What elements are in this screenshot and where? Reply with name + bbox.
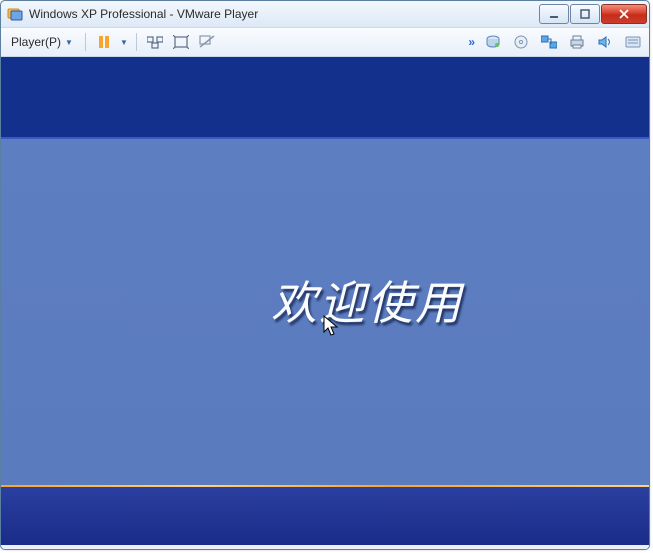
close-button[interactable] [601,4,647,24]
cd-dvd-icon[interactable] [511,32,531,52]
window-controls [538,4,647,24]
window-title: Windows XP Professional - VMware Player [29,7,538,21]
toolbar: Player(P) ▼ ▼ [1,28,649,57]
fullscreen-button[interactable] [171,32,191,52]
welcome-text: 欢迎使用 [271,267,463,333]
send-ctrl-alt-del-button[interactable] [145,32,165,52]
unity-mode-button[interactable] [197,32,217,52]
app-window: Windows XP Professional - VMware Player … [0,0,650,550]
pause-button[interactable] [94,32,114,52]
toolbar-separator [85,33,86,51]
mouse-cursor-icon [323,315,341,342]
device-status-bar: » [468,32,643,52]
xp-header-band [1,57,649,139]
dropdown-icon: ▼ [65,38,73,47]
toolbar-separator [136,33,137,51]
vmware-app-icon [7,6,23,22]
player-menu-label: Player(P) [11,35,61,49]
minimize-button[interactable] [539,4,569,24]
hard-disk-icon[interactable] [483,32,503,52]
maximize-button[interactable] [570,4,600,24]
title-bar: Windows XP Professional - VMware Player [1,1,649,28]
window-footer [1,545,649,549]
sound-card-icon[interactable] [595,32,615,52]
network-adapter-icon[interactable] [539,32,559,52]
player-menu-button[interactable]: Player(P) ▼ [7,33,77,51]
printer-icon[interactable] [567,32,587,52]
message-log-icon[interactable] [623,32,643,52]
expand-devices-icon[interactable]: » [468,35,475,49]
vm-display[interactable]: 欢迎使用 [1,57,649,545]
dropdown-icon[interactable]: ▼ [120,38,128,47]
xp-footer-band [1,487,649,545]
